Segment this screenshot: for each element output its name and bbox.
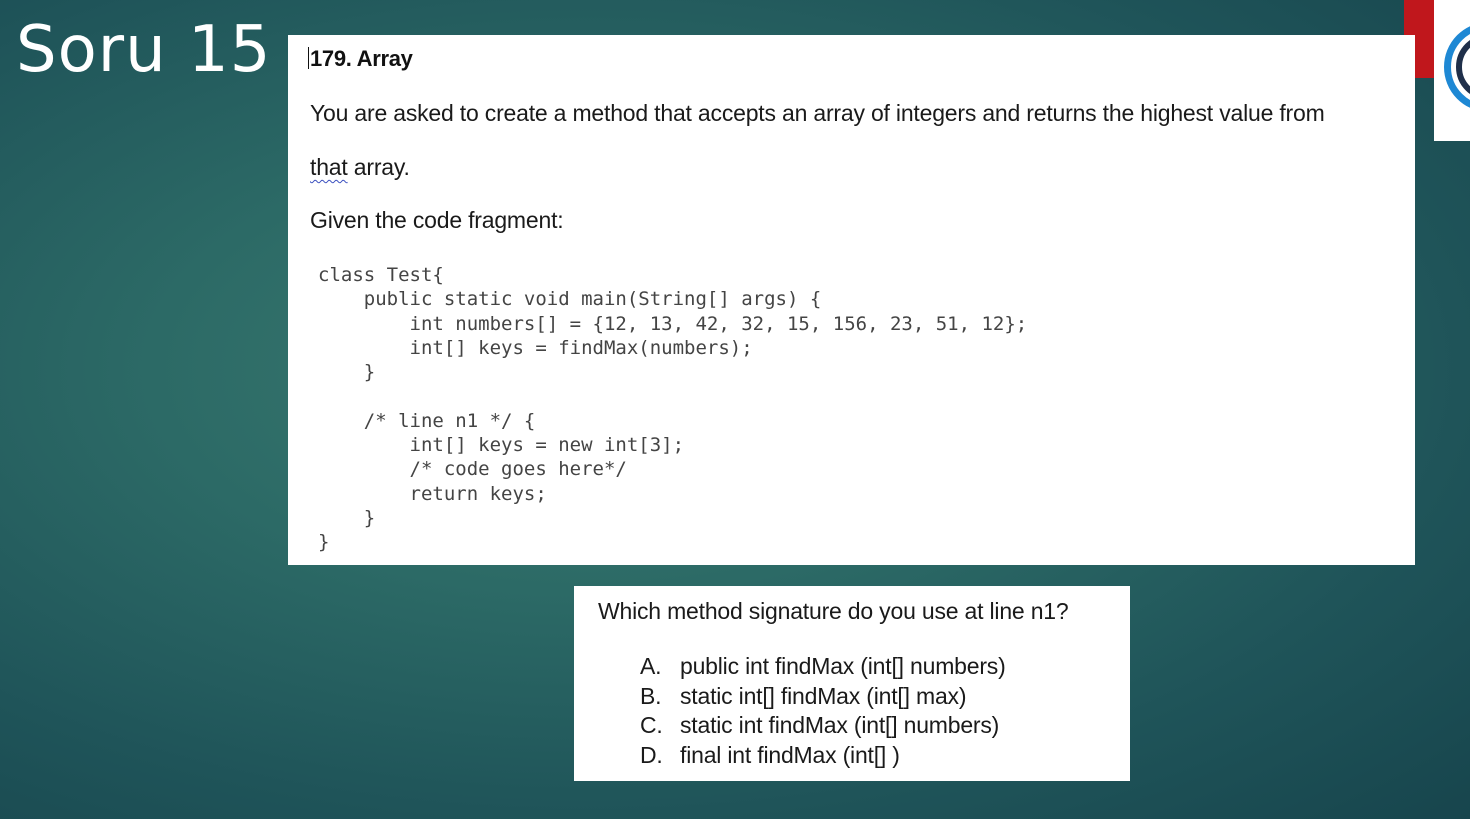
question-heading-text: 179. Array	[310, 46, 413, 71]
option-letter: D.	[640, 742, 663, 769]
logo	[1434, 0, 1470, 141]
option-a[interactable]: A. public int findMax (int[] numbers)	[640, 652, 1006, 682]
question-heading: 179. Array	[308, 46, 413, 72]
option-letter: B.	[640, 682, 662, 709]
answer-panel: Which method signature do you use at lin…	[574, 586, 1130, 781]
option-text: static int findMax (int[] numbers)	[680, 712, 1000, 739]
answer-options: A. public int findMax (int[] numbers) B. s…	[640, 652, 1006, 771]
question-panel: 179. Array You are asked to create a met…	[288, 35, 1415, 565]
question-description-line2-rest: array.	[347, 154, 410, 180]
option-b[interactable]: B. static int[] findMax (int[] max)	[640, 682, 1006, 712]
question-description-line2: that array.	[310, 154, 410, 181]
question-description-line1: You are asked to create a method that ac…	[310, 100, 1325, 126]
text-cursor	[308, 47, 309, 69]
code-fragment: class Test{ public static void main(Stri…	[318, 264, 1028, 554]
answer-prompt: Which method signature do you use at lin…	[598, 598, 1069, 624]
option-letter: A.	[640, 653, 662, 679]
slide-title: Soru 15	[16, 13, 272, 87]
option-text: public int findMax (int[] numbers)	[680, 653, 1006, 679]
given-code-label: Given the code fragment:	[310, 207, 564, 233]
option-text: final int findMax (int[] )	[680, 742, 900, 769]
option-c[interactable]: C. static int findMax (int[] numbers)	[640, 711, 1006, 741]
option-text: static int[] findMax (int[] max)	[680, 682, 967, 709]
spellcheck-word: that	[310, 154, 348, 180]
option-letter: C.	[640, 712, 663, 739]
option-d[interactable]: D. final int findMax (int[] )	[640, 741, 1006, 771]
